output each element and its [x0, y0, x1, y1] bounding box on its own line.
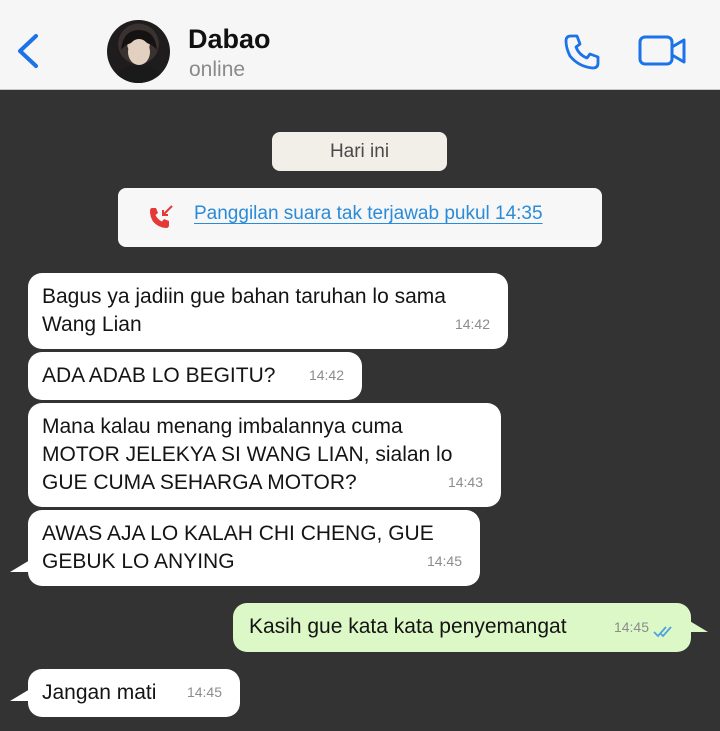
missed-call-notice[interactable]: Panggilan suara tak terjawab pukul 14:35 — [118, 188, 602, 247]
phone-icon — [564, 34, 600, 70]
message-line: GEBUK LO ANYING — [42, 550, 235, 573]
message-time: 14:43 — [447, 474, 483, 490]
message-text: Mana kalau menang imbalannya cuma MOTOR … — [42, 413, 452, 497]
message-line: Jangan mati — [42, 681, 157, 704]
avatar[interactable] — [107, 20, 170, 83]
message-time: 14:42 — [454, 316, 490, 332]
chat-header: Dabao online — [0, 0, 720, 90]
message-text: Bagus ya jadiin gue bahan taruhan lo sam… — [42, 283, 446, 339]
contact-status: online — [189, 58, 246, 81]
missed-call-icon — [150, 205, 173, 228]
chevron-left-icon — [18, 34, 38, 68]
message-text: AWAS AJA LO KALAH CHI CHENG, GUE GEBUK L… — [42, 520, 434, 576]
message-text: ADA ADAB LO BEGITU? — [42, 362, 275, 390]
message-bubble[interactable]: AWAS AJA LO KALAH CHI CHENG, GUE GEBUK L… — [28, 510, 480, 586]
message-time: 14:45 — [613, 619, 649, 635]
message-bubble[interactable]: Bagus ya jadiin gue bahan taruhan lo sam… — [28, 273, 508, 349]
contact-name[interactable]: Dabao — [188, 24, 271, 55]
message-text: Jangan mati — [42, 679, 156, 707]
message-line: AWAS AJA LO KALAH CHI CHENG, GUE — [42, 522, 434, 545]
message-bubble[interactable]: Jangan mati 14:45 — [28, 669, 240, 717]
message-line: ADA ADAB LO BEGITU? — [42, 364, 276, 387]
message-line: Kasih gue kata kata penyemangat — [249, 615, 567, 638]
message-line: Wang Lian — [42, 313, 142, 336]
video-camera-icon — [638, 35, 686, 66]
message-bubble[interactable]: ADA ADAB LO BEGITU? 14:42 — [28, 352, 362, 400]
bubble-tail — [10, 689, 30, 701]
message-line: MOTOR JELEKYA SI WANG LIAN, sialan lo — [42, 443, 453, 466]
missed-call-link[interactable]: Panggilan suara tak terjawab pukul 14:35 — [194, 203, 543, 225]
message-time: 14:45 — [426, 553, 462, 569]
message-bubble-outgoing[interactable]: Kasih gue kata kata penyemangat 14:45 — [233, 603, 691, 652]
back-button[interactable] — [14, 30, 46, 72]
double-check-icon — [653, 626, 672, 638]
video-call-button[interactable] — [638, 34, 688, 68]
message-line: GUE CUMA SEHARGA MOTOR? — [42, 471, 357, 494]
bubble-tail — [10, 560, 30, 572]
message-time: 14:42 — [308, 367, 344, 383]
voice-call-button[interactable] — [562, 32, 602, 72]
message-time: 14:45 — [186, 684, 222, 700]
avatar-image — [113, 30, 165, 83]
bubble-tail — [688, 620, 708, 632]
message-line: Mana kalau menang imbalannya cuma — [42, 415, 403, 438]
message-bubble[interactable]: Mana kalau menang imbalannya cuma MOTOR … — [28, 403, 501, 507]
date-separator: Hari ini — [272, 132, 447, 171]
message-text: Kasih gue kata kata penyemangat — [249, 613, 567, 641]
message-line: Bagus ya jadiin gue bahan taruhan lo sam… — [42, 285, 446, 308]
